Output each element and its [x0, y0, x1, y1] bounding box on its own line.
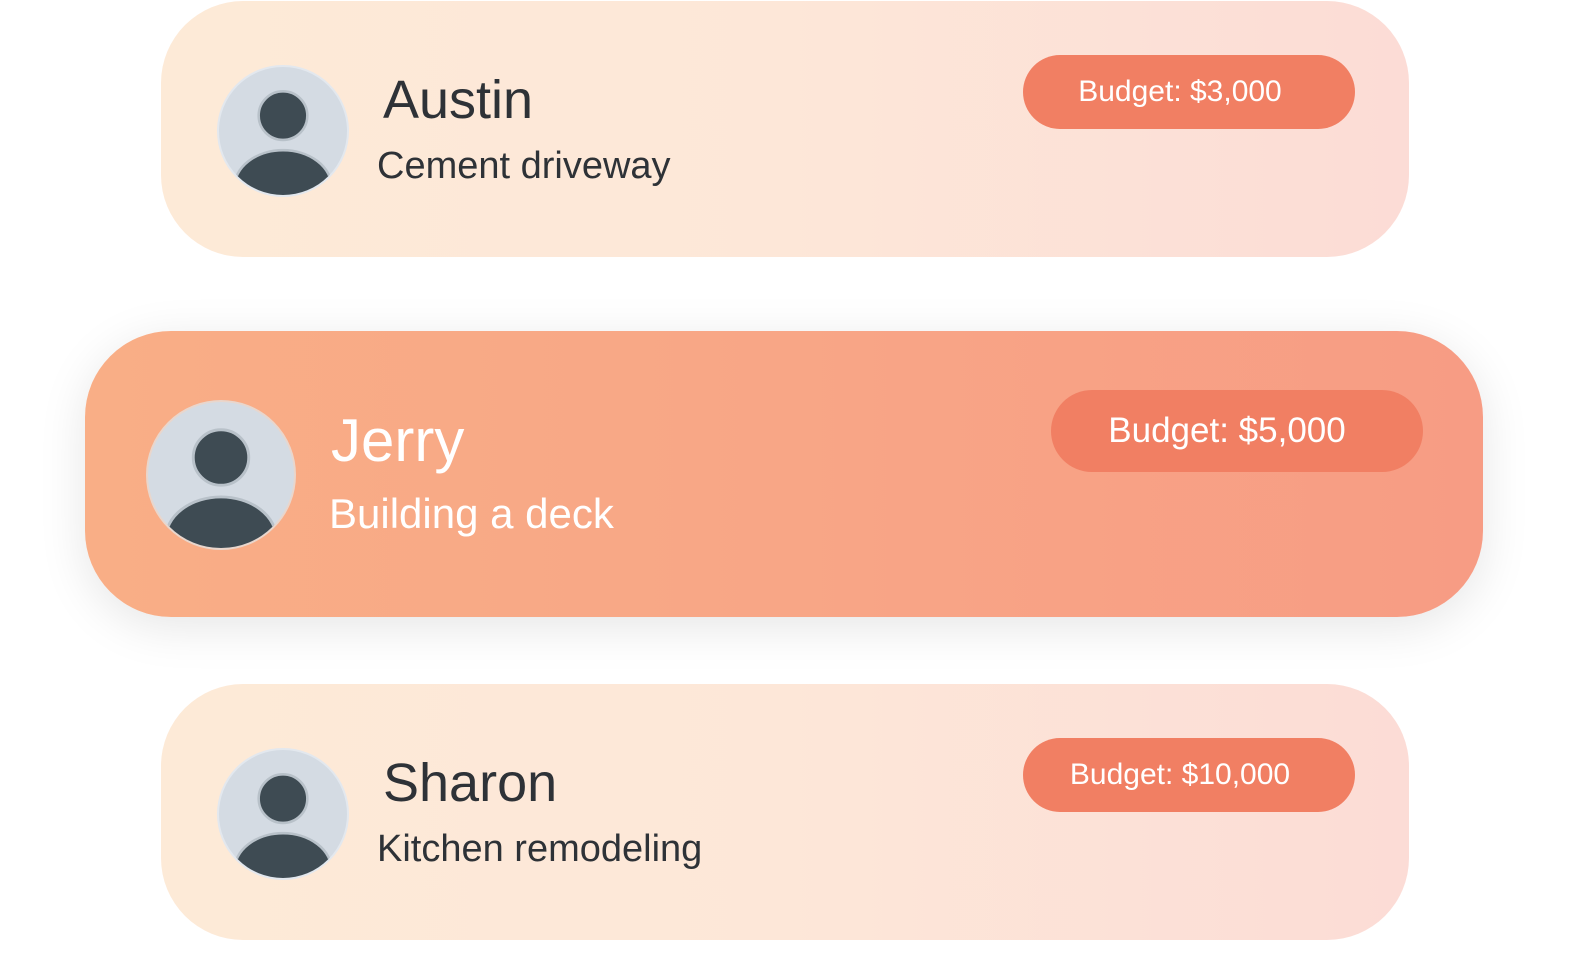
client-card-jerry[interactable]: Jerry Building a deck Budget: $5,000	[85, 331, 1483, 617]
user-avatar-icon	[217, 65, 349, 197]
client-name: Jerry	[331, 407, 465, 474]
budget-badge: Budget: $3,000	[1023, 55, 1355, 129]
user-avatar-icon	[217, 748, 349, 880]
budget-badge: Budget: $5,000	[1051, 390, 1423, 472]
client-name: Sharon	[383, 753, 558, 813]
user-avatar-icon	[146, 400, 296, 550]
client-name: Austin	[383, 70, 534, 130]
project-description: Cement driveway	[377, 145, 671, 187]
project-description: Kitchen remodeling	[377, 828, 703, 870]
project-description: Building a deck	[329, 490, 614, 537]
client-card-sharon[interactable]: Sharon Kitchen remodeling Budget: $10,00…	[161, 684, 1409, 940]
client-card-austin[interactable]: Austin Cement driveway Budget: $3,000	[161, 1, 1409, 257]
budget-badge: Budget: $10,000	[1023, 738, 1355, 812]
